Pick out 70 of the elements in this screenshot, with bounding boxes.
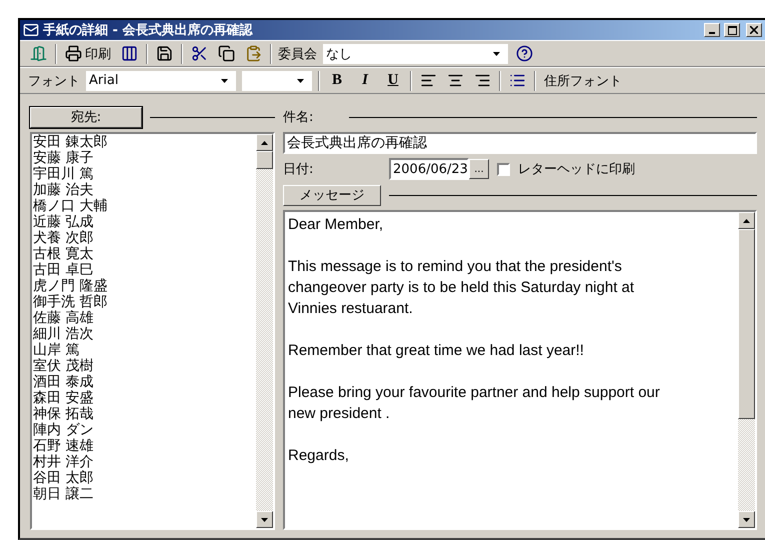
date-label: 日付: xyxy=(283,161,314,178)
minimize-button[interactable] xyxy=(704,23,720,37)
message-button[interactable]: メッセージ xyxy=(283,184,381,206)
window-title: 手紙の詳細 - 会長式典出席の再確認 xyxy=(43,22,254,39)
scrollbar-thumb[interactable] xyxy=(256,151,273,169)
recipient-item[interactable]: 陣内 ダン xyxy=(33,422,256,438)
scrollbar[interactable] xyxy=(738,212,755,528)
recipient-item[interactable]: 橋ノ口 大輔 xyxy=(33,198,256,214)
maximize-button[interactable] xyxy=(724,23,740,37)
date-picker-button[interactable]: ... xyxy=(469,159,489,179)
recipients-button[interactable]: 宛先: xyxy=(30,106,142,128)
recipient-item[interactable]: 室伏 茂樹 xyxy=(33,358,256,374)
message-paragraph: Please bring your favourite partner and help support our new president . xyxy=(288,383,661,424)
recipient-item[interactable]: 森田 安盛 xyxy=(33,390,256,406)
letterhead-checkbox[interactable] xyxy=(497,162,510,176)
printer-icon xyxy=(65,45,82,62)
recipient-item[interactable]: 佐藤 高雄 xyxy=(33,310,256,326)
door-icon[interactable] xyxy=(28,43,49,64)
letterhead-label: レターヘッドに印刷 xyxy=(518,161,635,178)
up-arrow-icon xyxy=(743,218,750,222)
font-dropdown[interactable]: Arial xyxy=(86,70,236,90)
recipient-list[interactable]: 安田 錬太郎 安藤 康子 宇田川 篤 加藤 治夫 橋ノ口 大輔 近藤 弘成 犬養 次郎 古根 寛太 古田 卓巳 虎ノ門 隆盛 御手洗 哲郎 佐藤 高雄 細川 浩次 山岸 篤 室伏 茂樹 酒田 泰成 森田 安盛 神保 拓哉 陣内 ダン 石野 速雄 村井 洋介 谷田 太郎 朝日 譲二 xyxy=(30,132,275,530)
recipient-item[interactable]: 細川 浩次 xyxy=(33,326,256,342)
recipient-item[interactable]: 山岸 篤 xyxy=(33,342,256,358)
recipient-item[interactable]: 古根 寛太 xyxy=(33,246,256,262)
recipient-item[interactable]: 石野 速雄 xyxy=(33,438,256,454)
recipient-item[interactable]: 村井 洋介 xyxy=(33,454,256,470)
recipient-item[interactable]: 近藤 弘成 xyxy=(33,214,256,230)
help-icon[interactable] xyxy=(514,43,535,64)
maximize-icon xyxy=(728,26,736,34)
up-arrow-icon xyxy=(261,140,268,144)
recipient-item[interactable]: 酒田 泰成 xyxy=(33,374,256,390)
recipient-item[interactable]: 朝日 譲二 xyxy=(33,486,256,502)
committee-dropdown[interactable]: なし xyxy=(323,44,508,64)
copy-icon[interactable] xyxy=(216,43,237,64)
recipient-item[interactable]: 虎ノ門 隆盛 xyxy=(33,278,256,294)
message-paragraph: This message is to remind you that the president's changeover party is to be held this Saturday night at Vinnies restuarant. xyxy=(288,257,636,319)
envelope-icon xyxy=(23,22,39,38)
message-paragraph: Remember that great time we had last year!! xyxy=(288,341,585,361)
down-arrow-icon xyxy=(221,78,228,82)
recipient-item[interactable]: 安藤 康子 xyxy=(33,150,256,166)
close-icon xyxy=(750,26,758,34)
message-paragraph: Dear Member, xyxy=(288,215,384,235)
message-paragraph: Regards, xyxy=(288,446,350,466)
down-arrow-icon xyxy=(297,78,304,82)
bold-button[interactable]: B xyxy=(326,72,348,89)
down-arrow-icon xyxy=(261,518,268,522)
subject-label: 件名: xyxy=(283,109,314,126)
subject-field[interactable]: 会長式典出席の再確認 xyxy=(283,132,757,154)
recipient-item[interactable]: 神保 拓哉 xyxy=(33,406,256,422)
recipient-item[interactable]: 御手洗 哲郎 xyxy=(33,294,256,310)
recipient-item[interactable]: 古田 卓巳 xyxy=(33,262,256,278)
committee-label: 委員会 xyxy=(278,46,317,62)
italic-button[interactable]: I xyxy=(354,72,376,89)
message-area[interactable] xyxy=(283,210,757,530)
address-font-button[interactable]: 住所フォント xyxy=(542,70,624,92)
recipient-item[interactable]: 加藤 治夫 xyxy=(33,182,256,198)
recipient-item[interactable]: 谷田 太郎 xyxy=(33,470,256,486)
print-button[interactable]: 印刷 xyxy=(63,42,113,64)
date-field[interactable]: 2006/06/23 xyxy=(389,158,469,180)
scrollbar[interactable] xyxy=(256,134,273,528)
font-label: フォント xyxy=(28,72,80,90)
scrollbar-thumb[interactable] xyxy=(738,229,755,419)
down-arrow-icon xyxy=(493,52,500,56)
underline-button[interactable]: U xyxy=(382,72,404,89)
recipient-item[interactable]: 安田 錬太郎 xyxy=(33,134,256,150)
close-button[interactable] xyxy=(746,23,762,37)
recipient-item[interactable]: 犬養 次郎 xyxy=(33,230,256,246)
down-arrow-icon xyxy=(743,518,750,522)
recipient-item[interactable]: 宇田川 篤 xyxy=(33,166,256,182)
